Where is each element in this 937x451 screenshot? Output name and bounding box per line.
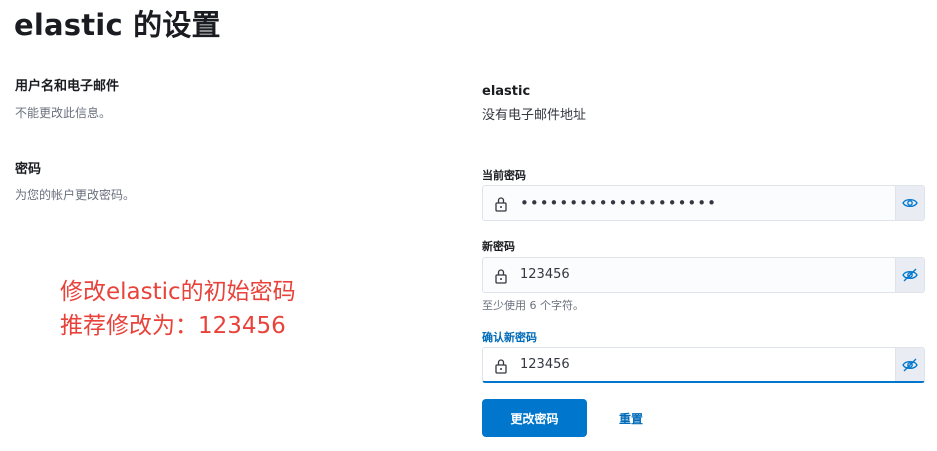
username-section-description: 不能更改此信息。: [15, 106, 112, 120]
eye-slash-icon: [902, 268, 918, 282]
eye-icon: [902, 198, 918, 208]
new-password-input[interactable]: [520, 258, 890, 292]
hide-confirm-password-button[interactable]: [895, 348, 924, 381]
new-password-help-text: 至少使用 6 个字符。: [482, 299, 584, 312]
new-password-field: [482, 257, 925, 293]
confirm-password-input[interactable]: [520, 348, 890, 382]
password-section-title: 密码: [15, 162, 42, 177]
email-value: 没有电子邮件地址: [482, 108, 587, 123]
eye-slash-icon: [902, 358, 918, 371]
password-section-description: 为您的帐户更改密码。: [15, 188, 136, 202]
current-password-field: [482, 185, 925, 221]
current-password-input[interactable]: [520, 186, 890, 220]
confirm-password-label: 确认新密码: [482, 331, 537, 344]
annotation-line-1: 修改elastic的初始密码: [60, 279, 296, 305]
username-section-title: 用户名和电子邮件: [15, 79, 120, 94]
page-title: elastic 的设置: [14, 8, 221, 42]
current-password-label: 当前密码: [482, 169, 526, 182]
annotation-line-2: 推荐修改为：123456: [60, 313, 286, 339]
new-password-label: 新密码: [482, 240, 515, 253]
lock-icon: [495, 359, 507, 374]
hide-new-password-button[interactable]: [895, 258, 924, 292]
lock-icon: [495, 197, 507, 212]
confirm-password-field: [482, 347, 925, 383]
lock-icon: [495, 269, 507, 284]
username-value: elastic: [482, 84, 531, 99]
show-current-password-button[interactable]: [895, 186, 924, 220]
change-password-button[interactable]: 更改密码: [482, 399, 587, 437]
reset-button[interactable]: 重置: [606, 399, 656, 437]
